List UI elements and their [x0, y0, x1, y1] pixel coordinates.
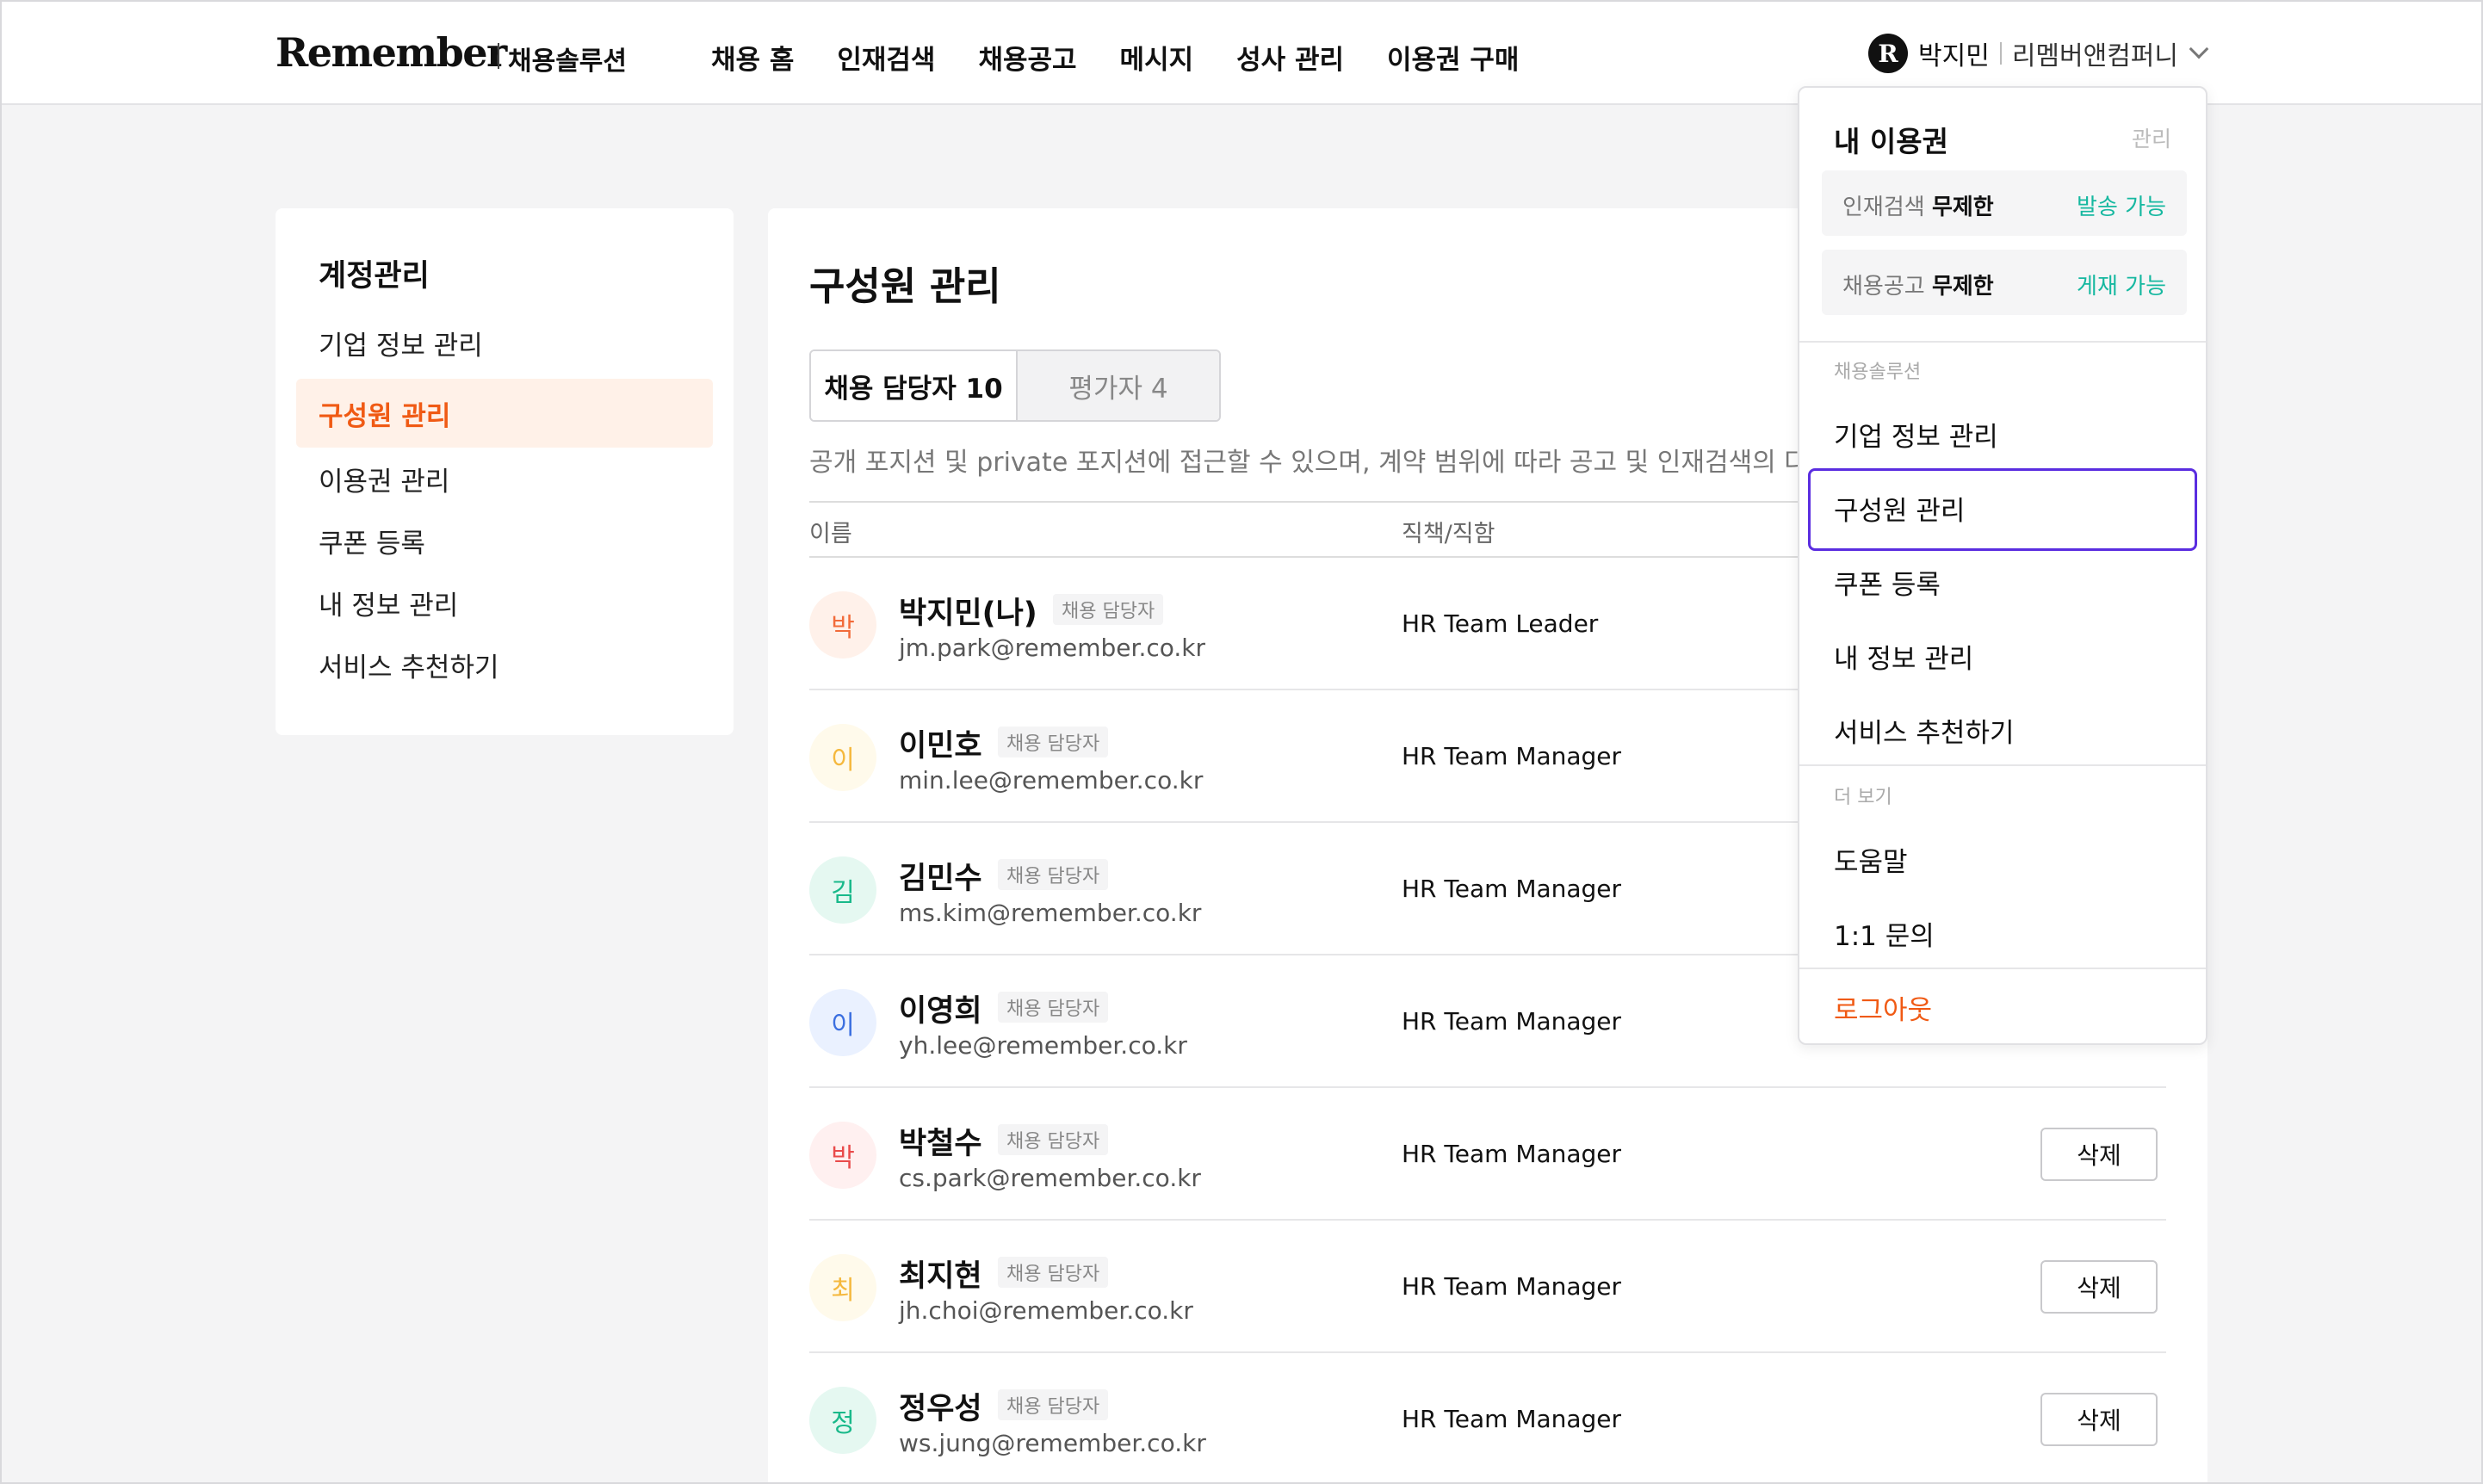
role-badge: 채용 담당자 — [998, 1389, 1109, 1420]
member-email: cs.park@remember.co.kr — [899, 1164, 1201, 1192]
license-status: 발송 가능 — [2077, 195, 2166, 220]
avatar: 박 — [809, 1122, 876, 1189]
nav-item-job-posting[interactable]: 채용공고 — [978, 38, 1076, 77]
role-badge: 채용 담당자 — [998, 727, 1109, 757]
license-label: 인재검색 무제한 — [1842, 195, 1994, 220]
member-position: HR Team Manager — [1402, 1140, 1622, 1168]
page-title: 구성원 관리 — [809, 263, 1001, 309]
member-name: 이영희 — [899, 994, 982, 1029]
sidebar-item-members[interactable]: 구성원 관리 — [296, 379, 713, 448]
dropdown-divider — [1799, 341, 2206, 343]
tab-recruiters[interactable]: 채용 담당자 10 — [811, 351, 1016, 420]
profile-company: 리멤버앤컴퍼니 — [2011, 41, 2179, 71]
logo-divider — [498, 43, 499, 69]
member-position: HR Team Manager — [1402, 1405, 1622, 1433]
table-row: 박 박철수 채용 담당자 cs.park@remember.co.kr HR Team … — [809, 1088, 2166, 1221]
sidebar-item-my-info[interactable]: 내 정보 관리 — [296, 568, 713, 637]
license-status: 게재 가능 — [2077, 274, 2166, 300]
dropdown-item-members[interactable]: 구성원 관리 — [1834, 489, 1965, 528]
column-header-position: 직책/직함 — [1402, 521, 1495, 547]
member-name: 이민호 — [899, 729, 982, 764]
avatar: 이 — [809, 989, 876, 1056]
role-badge: 채용 담당자 — [998, 992, 1109, 1023]
license-talent-search: 인재검색 무제한 발송 가능 — [1822, 170, 2187, 236]
member-position: HR Team Manager — [1402, 1272, 1622, 1301]
avatar: 정 — [809, 1387, 876, 1454]
sidebar-item-coupon[interactable]: 쿠폰 등록 — [296, 506, 713, 575]
dropdown-divider — [1799, 968, 2206, 969]
avatar: 이 — [809, 724, 876, 791]
nav-item-messages[interactable]: 메시지 — [1120, 38, 1194, 77]
role-badge: 채용 담당자 — [998, 1124, 1109, 1155]
logo-subtitle: 채용솔루션 — [508, 46, 627, 77]
logo[interactable]: Remember — [276, 29, 507, 76]
sidebar-title: 계정관리 — [319, 259, 430, 294]
sidebar-item-licenses[interactable]: 이용권 관리 — [296, 444, 713, 513]
dropdown-item-coupon[interactable]: 쿠폰 등록 — [1834, 563, 1941, 602]
member-position: HR Team Manager — [1402, 1007, 1622, 1036]
delete-member-button[interactable]: 삭제 — [2040, 1393, 2158, 1446]
member-email: yh.lee@remember.co.kr — [899, 1031, 1187, 1060]
avatar: 최 — [809, 1254, 876, 1321]
profile-separator — [1999, 42, 2002, 65]
tab-description: 공개 포지션 및 private 포지션에 접근할 수 있으며, 계약 범위에 … — [809, 448, 1832, 478]
license-manage-link[interactable]: 관리 — [2132, 122, 2171, 153]
member-position: HR Team Manager — [1402, 875, 1622, 903]
dropdown-divider — [1799, 764, 2206, 766]
dropdown-item-recommend[interactable]: 서비스 추천하기 — [1834, 711, 2015, 750]
member-email: ws.jung@remember.co.kr — [899, 1429, 1206, 1457]
license-label: 채용공고 무제한 — [1842, 274, 1994, 300]
dropdown-section-more: 더 보기 — [1834, 787, 1892, 808]
member-name: 박철수 — [899, 1127, 982, 1161]
delete-member-button[interactable]: 삭제 — [2040, 1128, 2158, 1181]
member-email: ms.kim@remember.co.kr — [899, 899, 1202, 927]
dropdown-item-company-info[interactable]: 기업 정보 관리 — [1834, 415, 1998, 454]
sidebar: 계정관리 기업 정보 관리 구성원 관리 이용권 관리 쿠폰 등록 내 정보 관… — [276, 208, 734, 735]
role-badge: 채용 담당자 — [998, 1257, 1109, 1288]
table-row: 최 최지현 채용 담당자 jh.choi@remember.co.kr HR Team … — [809, 1221, 2166, 1353]
member-name: 최지현 — [899, 1259, 982, 1294]
member-position: HR Team Manager — [1402, 742, 1622, 770]
dropdown-section-solution: 채용솔루션 — [1834, 362, 1922, 383]
nav-item-hires[interactable]: 성사 관리 — [1236, 38, 1344, 77]
chevron-down-icon — [2189, 39, 2209, 59]
avatar: 박 — [809, 591, 876, 659]
license-job-posting: 채용공고 무제한 게재 가능 — [1822, 250, 2187, 315]
role-badge: 채용 담당자 — [1053, 594, 1164, 625]
tab-evaluators[interactable]: 평가자 4 — [1016, 351, 1219, 420]
column-header-name: 이름 — [809, 521, 852, 547]
dropdown-title: 내 이용권 — [1834, 125, 1948, 158]
nav-item-talent-search[interactable]: 인재검색 — [837, 38, 935, 77]
global-nav: 채용 홈 인재검색 채용공고 메시지 성사 관리 이용권 구매 — [711, 38, 1562, 77]
member-email: min.lee@remember.co.kr — [899, 766, 1204, 795]
member-email: jm.park@remember.co.kr — [899, 634, 1206, 662]
dropdown-item-inquiry[interactable]: 1:1 문의 — [1834, 914, 1935, 953]
table-row: 정 정우성 채용 담당자 ws.jung@remember.co.kr HR Team … — [809, 1353, 2166, 1484]
member-name: 김민수 — [899, 862, 982, 896]
member-name: 정우성 — [899, 1392, 982, 1426]
avatar: 김 — [809, 856, 876, 924]
logout-button[interactable]: 로그아웃 — [1834, 988, 1932, 1027]
avatar: R — [1868, 34, 1908, 73]
sidebar-item-company-info[interactable]: 기업 정보 관리 — [296, 308, 713, 377]
profile-name: 박지민 — [1918, 41, 1990, 71]
member-email: jh.choi@remember.co.kr — [899, 1296, 1193, 1325]
dropdown-item-my-info[interactable]: 내 정보 관리 — [1834, 637, 1973, 676]
member-name: 박지민(나) — [899, 597, 1037, 631]
role-badge: 채용 담당자 — [998, 859, 1109, 890]
member-position: HR Team Leader — [1402, 609, 1599, 638]
sidebar-item-recommend[interactable]: 서비스 추천하기 — [296, 630, 713, 699]
delete-member-button[interactable]: 삭제 — [2040, 1260, 2158, 1314]
nav-item-purchase[interactable]: 이용권 구매 — [1387, 38, 1519, 77]
nav-item-home[interactable]: 채용 홈 — [711, 38, 794, 77]
profile-dropdown: 내 이용권 관리 인재검색 무제한 발송 가능 채용공고 무제한 게재 가능 채… — [1798, 86, 2207, 1045]
profile-menu-button[interactable]: R 박지민 리멤버앤컴퍼니 — [1868, 31, 2209, 76]
member-tabs: 채용 담당자 10 평가자 4 — [809, 349, 1221, 422]
dropdown-item-help[interactable]: 도움말 — [1834, 840, 1908, 879]
